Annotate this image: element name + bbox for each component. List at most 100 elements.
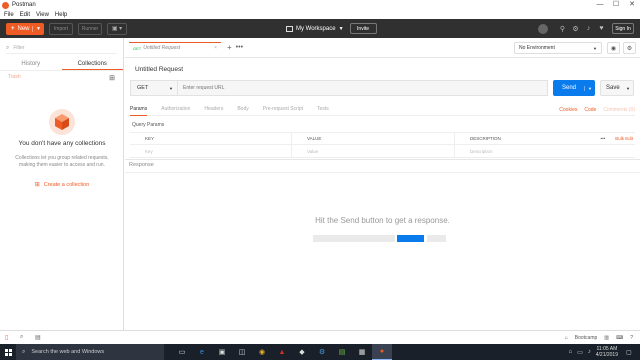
chevron-down-icon[interactable]: ▼ [32,25,41,32]
bootcamp-link[interactable]: Bootcamp [575,335,598,341]
request-tab-method: GET [133,45,142,51]
new-collection-icon[interactable]: ⊞ [109,74,115,82]
action-center-icon[interactable]: ▢ [626,349,636,356]
description-input[interactable]: Description [455,145,635,157]
import-button[interactable]: Import [49,22,73,35]
clock-date: 4/21/2019 [595,352,618,358]
table-tools: ••• Bulk Edit [601,136,636,141]
url-input[interactable] [178,80,548,96]
network-icon[interactable]: ⌂ [568,349,572,355]
settings-icon[interactable]: ⚙ [569,19,582,38]
settings-app-icon[interactable]: ⚙ [312,344,332,360]
placeholder-bar [427,235,446,242]
workspace-selector[interactable]: My Workspace ▼ Invite [286,19,377,38]
collections-toolbar: Trash ⊞ [0,71,123,82]
app-icon[interactable]: ◆ [292,344,312,360]
tab-history[interactable]: History [0,59,62,70]
menu-edit[interactable]: Edit [20,12,30,18]
cookies-link[interactable]: Cookies [559,107,577,113]
volume-icon[interactable]: ♪ [588,349,591,355]
close-tab-icon[interactable]: × [214,45,217,51]
trash-link[interactable]: Trash [8,74,21,81]
bulk-edit-link[interactable]: Bulk Edit [615,136,633,141]
postman-taskbar-icon[interactable]: ● [372,344,392,360]
chevron-down-icon[interactable]: ▼ [584,85,592,91]
media-app-icon[interactable]: ▦ [352,344,372,360]
add-tab-icon[interactable]: + [227,43,232,52]
search-icon: ⌕ [6,44,10,51]
save-button[interactable]: Save ▼ [600,80,634,96]
column-description-label: DESCRIPTION [470,136,501,141]
interceptor-icon[interactable]: ⚲ [556,19,569,38]
add-collection-icon: ⊞ [34,182,40,188]
chrome-icon[interactable]: ◉ [252,344,272,360]
menu-view[interactable]: View [36,12,49,18]
method-select[interactable]: GET ▼ [130,80,178,96]
taskbar-search[interactable]: ⌕ Search the web and Windows [16,344,164,360]
keyboard-icon[interactable]: ⌨ [616,335,623,341]
status-bar: ▯ ⌕ ▤ ⌂ Bootcamp ▥ ⌨ ? [0,330,640,344]
new-button[interactable]: + New ▼ [6,22,44,35]
tab-body[interactable]: Body [237,104,248,116]
system-clock[interactable]: 11:05 AM 4/21/2019 [596,346,618,358]
sign-in-button[interactable]: Sign In [612,23,634,34]
code-link[interactable]: Code [584,107,596,113]
tab-headers[interactable]: Headers [204,104,223,116]
menu-file[interactable]: File [4,12,14,18]
search-icon: ⌕ [22,348,26,355]
tab-authorization[interactable]: Authorization [161,104,190,116]
chevron-down-icon: ▼ [338,25,344,32]
heart-icon[interactable]: ♥ [595,19,608,38]
toggle-sidebar-icon[interactable]: ▯ [5,334,15,341]
chevron-down-icon: ▼ [169,85,173,91]
filter-field[interactable]: ⌕ Filter [6,43,117,54]
battery-icon[interactable]: ▭ [577,349,583,356]
environment-label: No Environment [519,45,555,51]
layout-icon[interactable]: ▥ [604,335,609,341]
manage-environments-icon[interactable]: ⚙ [623,42,636,54]
find-icon[interactable]: ⌕ [20,334,30,341]
more-options-icon[interactable]: ••• [601,136,606,141]
file-explorer-icon[interactable]: ▣ [212,344,232,360]
tab-pre-request-script[interactable]: Pre-request Script [263,104,303,116]
chevron-down-icon[interactable]: ▼ [626,86,630,91]
create-collection-link[interactable]: ⊞ Create a collection [0,181,124,189]
sync-status-icon[interactable] [538,23,548,34]
menu-help[interactable]: Help [55,12,67,18]
acrobat-icon[interactable]: ▲ [272,344,292,360]
request-tab[interactable]: GET Untitled Request × [129,42,221,53]
environment-quick-look-icon[interactable]: ◉ [607,42,620,54]
value-input[interactable]: Value [292,145,455,157]
windows-taskbar: ⌕ Search the web and Windows ▭ e ▣ ◫ ◉ ▲… [0,344,640,360]
request-name[interactable]: Untitled Request [135,66,183,73]
runner-button[interactable]: Runner [78,22,102,35]
store-icon[interactable]: ◫ [232,344,252,360]
console-icon[interactable]: ▤ [35,334,45,341]
close-icon[interactable]: ✕ [624,0,640,10]
environment-selector[interactable]: No Environment ▼ [514,42,602,54]
document-app-icon[interactable]: ▤ [332,344,352,360]
column-value: VALUE [292,133,455,144]
request-builder: GET Untitled Request × + ••• No Environm… [125,38,640,330]
sidebar: ⌕ Filter History Collections Trash ⊞ You… [0,38,124,330]
open-new-button[interactable]: ▣ ▾ [107,22,127,35]
maximize-icon[interactable]: ☐ [608,0,624,10]
tab-tests[interactable]: Tests [317,104,329,116]
invite-button[interactable]: Invite [349,23,377,34]
tab-params[interactable]: Params [130,104,148,116]
comments-link[interactable]: Comments (0) [603,107,635,113]
tab-collections[interactable]: Collections [61,59,123,70]
edge-browser-icon[interactable]: e [192,344,212,360]
notifications-icon[interactable]: ♪ [582,19,595,38]
minimize-icon[interactable]: — [592,0,608,10]
key-input[interactable]: Key [130,145,292,157]
task-view-icon[interactable]: ▭ [172,344,192,360]
window-title: Postman [12,2,36,8]
more-tabs-icon[interactable]: ••• [236,44,243,51]
taskbar-apps: ▭ e ▣ ◫ ◉ ▲ ◆ ⚙ ▤ ▦ ● [172,344,392,360]
start-button[interactable] [0,344,16,360]
bootcamp-icon[interactable]: ⌂ [565,335,568,341]
send-button[interactable]: Send ▼ [553,80,595,96]
help-icon[interactable]: ? [630,335,633,341]
empty-collections-illustration-icon [49,109,75,135]
